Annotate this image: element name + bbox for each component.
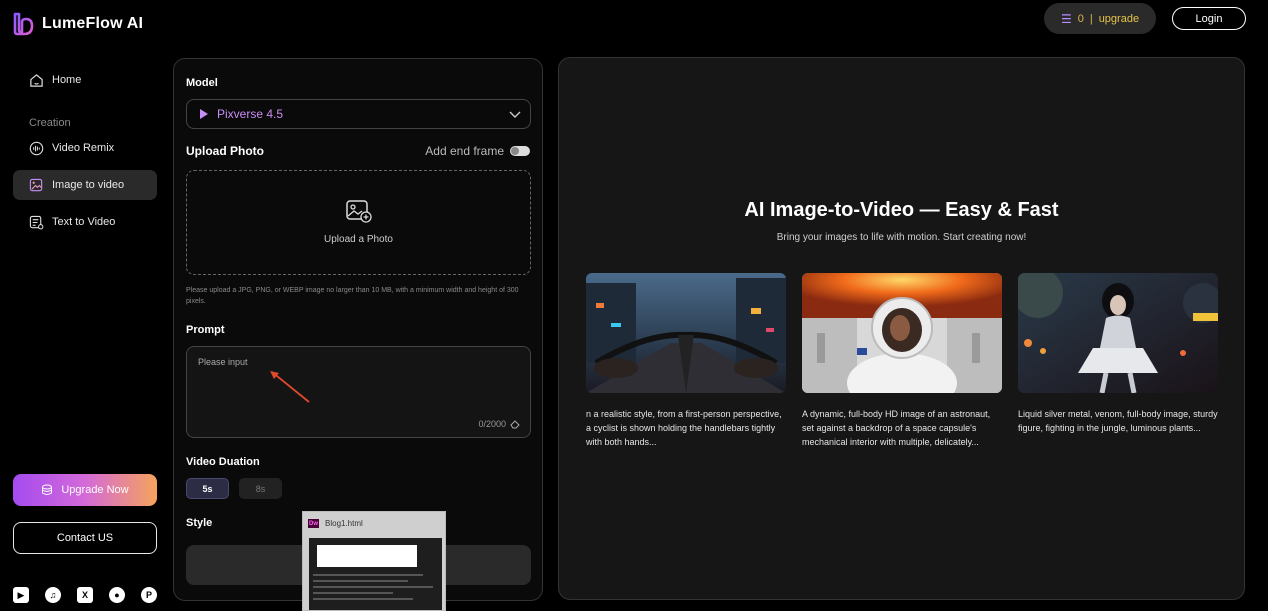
style-label: Style xyxy=(186,517,213,529)
example-desc: A dynamic, full-body HD image of an astr… xyxy=(802,409,991,447)
sidebar-item-label: Image to video xyxy=(52,179,125,191)
sidebar-section-creation: Creation xyxy=(29,117,71,129)
end-frame-label: Add end frame xyxy=(425,144,504,158)
sidebar-item-label: Home xyxy=(52,74,82,86)
upgrade-link[interactable]: upgrade xyxy=(1099,13,1139,25)
upload-cta: Upload a Photo xyxy=(324,234,393,245)
sidebar-item-home[interactable]: Home xyxy=(13,65,157,95)
preview-thumbnail xyxy=(309,538,442,610)
example-image-astronaut xyxy=(802,273,1002,393)
upload-dropzone[interactable]: Upload a Photo xyxy=(186,170,531,275)
prompt-input[interactable]: Please input 0/2000 xyxy=(186,346,531,438)
tiktok-icon[interactable]: ♫ xyxy=(45,587,61,603)
upgrade-now-button[interactable]: Upgrade Now xyxy=(13,474,157,506)
example-card-astronaut[interactable]: A dynamic, full-body HD image of an astr… xyxy=(802,273,1002,449)
end-frame-control: Add end frame xyxy=(425,144,530,158)
taskbar-window-preview[interactable]: Dw Blog1.html xyxy=(302,511,446,611)
model-select[interactable]: Pixverse 4.5 xyxy=(186,99,531,129)
showcase-panel: AI Image-to-Video — Easy & Fast Bring yo… xyxy=(558,57,1245,600)
example-image-silver-venom xyxy=(1018,273,1218,393)
example-desc: Liquid silver metal, venom, full-body im… xyxy=(1018,409,1218,433)
preview-filename: Blog1.html xyxy=(325,519,363,528)
duration-5s-button[interactable]: 5s xyxy=(186,478,229,499)
example-image-cyclist xyxy=(586,273,786,393)
upload-hint: Please upload a JPG, PNG, or WEBP image … xyxy=(186,287,519,305)
contact-button[interactable]: Contact US xyxy=(13,522,157,554)
prompt-placeholder: Please input xyxy=(198,357,248,367)
model-value: Pixverse 4.5 xyxy=(217,107,284,121)
example-card-cyclist[interactable]: n a realistic style, from a first-person… xyxy=(586,273,786,449)
login-button[interactable]: Login xyxy=(1172,7,1246,30)
prompt-label: Prompt xyxy=(186,324,225,336)
upload-photo-label: Upload Photo xyxy=(186,144,264,158)
eraser-icon[interactable] xyxy=(510,419,520,429)
credits-count: 0 xyxy=(1077,12,1084,25)
reddit-icon[interactable]: ● xyxy=(109,587,125,603)
model-label: Model xyxy=(186,77,218,89)
add-image-icon xyxy=(345,200,372,223)
text-video-icon xyxy=(29,215,44,229)
prompt-count: 0/2000 xyxy=(478,419,506,429)
home-icon xyxy=(30,73,43,87)
showcase-subtitle: Bring your images to life with motion. S… xyxy=(776,232,1027,243)
chevron-down-icon xyxy=(509,111,521,118)
preview-title: Dw Blog1.html xyxy=(308,519,363,528)
youtube-icon[interactable]: ▶ xyxy=(13,587,29,603)
image-video-icon xyxy=(29,178,43,191)
coins-icon xyxy=(42,484,53,495)
sidebar-item-text-to-video[interactable]: Text to Video xyxy=(13,207,157,237)
app-name: LumeFlow AI xyxy=(42,15,144,32)
coins-icon: ☰ xyxy=(1060,11,1072,26)
social-links: ▶ ♫ X ● P xyxy=(13,587,157,603)
sidebar-item-video-remix[interactable]: Video Remix xyxy=(13,133,157,163)
end-frame-toggle[interactable] xyxy=(510,146,530,156)
showcase-title: AI Image-to-Video — Easy & Fast xyxy=(744,199,1059,221)
credits-badge[interactable]: ☰ 0 | upgrade xyxy=(1044,3,1156,34)
waveform-icon xyxy=(29,141,44,155)
example-card-silver-venom[interactable]: Liquid silver metal, venom, full-body im… xyxy=(1018,273,1218,435)
example-desc: n a realistic style, from a first-person… xyxy=(586,409,782,447)
x-icon[interactable]: X xyxy=(77,587,93,603)
duration-label: Video Duation xyxy=(186,456,260,468)
credits-separator: | xyxy=(1089,12,1093,25)
upgrade-now-label: Upgrade Now xyxy=(61,484,129,496)
sidebar-item-label: Text to Video xyxy=(52,216,116,228)
dreamweaver-icon: Dw xyxy=(308,519,319,528)
sidebar-item-label: Video Remix xyxy=(52,142,115,154)
duration-8s-button[interactable]: 8s xyxy=(239,478,282,499)
pixverse-icon xyxy=(200,109,208,119)
annotation-arrow xyxy=(270,371,310,403)
logo-icon xyxy=(13,12,34,36)
pinterest-icon[interactable]: P xyxy=(141,587,157,603)
app-logo[interactable]: LumeFlow AI xyxy=(12,12,143,36)
sidebar-item-image-to-video[interactable]: Image to video xyxy=(13,170,157,200)
prompt-counter: 0/2000 xyxy=(478,419,520,429)
